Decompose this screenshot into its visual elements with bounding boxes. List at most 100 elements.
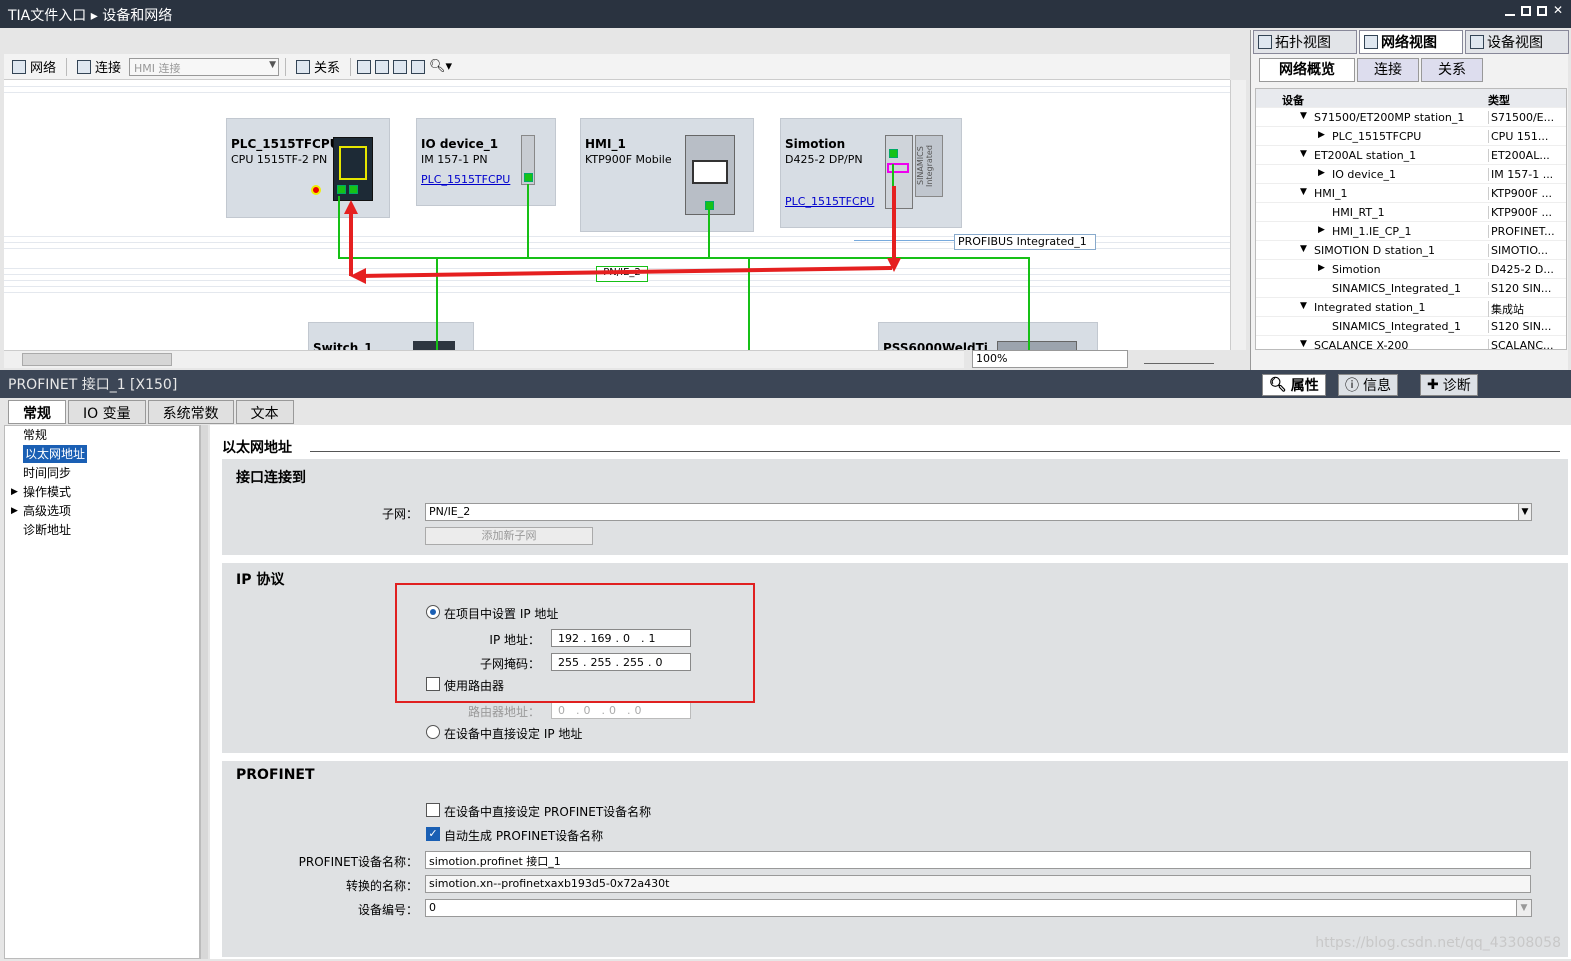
tab-diagnostics[interactable]: ✚ 诊断	[1420, 374, 1478, 396]
network-button[interactable]: 网络	[8, 57, 60, 76]
overview-row[interactable]: ▼ SIMOTION D station_1 SIMOTIO...	[1256, 241, 1566, 260]
expand-icon[interactable]: ▶	[1318, 263, 1325, 273]
overview-row[interactable]: ▼ HMI_1 KTP900F ...	[1256, 184, 1566, 203]
tab-network-overview[interactable]: 网络概览	[1259, 58, 1355, 82]
nav-item[interactable]: 诊断地址	[23, 521, 71, 539]
nav-item[interactable]: 高级选项	[23, 502, 71, 520]
tab-network-view[interactable]: 网络视图	[1359, 30, 1463, 54]
ip-address-label: IP 地址：	[489, 633, 540, 647]
tab-system-constants[interactable]: 系统常数	[147, 400, 234, 424]
overview-row[interactable]: ▶ Simotion D425-2 D...	[1256, 260, 1566, 279]
diagnostics-icon: ✚	[1427, 377, 1439, 393]
arrowhead-icon	[344, 200, 358, 214]
overview-row[interactable]: ▶ PLC_1515TFCPU CPU 151...	[1256, 127, 1566, 146]
tab-relations[interactable]: 关系	[1421, 58, 1483, 82]
profinet-name-input[interactable]: simotion.profinet 接口_1	[425, 851, 1531, 869]
set-name-in-device-checkbox[interactable]	[426, 803, 440, 817]
minimize-icon[interactable]	[1505, 6, 1515, 16]
close-icon[interactable]: ✕	[1553, 4, 1563, 16]
expand-icon[interactable]: ▼	[1300, 187, 1307, 197]
maximize-icon[interactable]	[1537, 6, 1547, 16]
zoom-icon[interactable]: 🔍︎▾	[429, 59, 452, 74]
overview-table: 设备 类型 ▼ S71500/ET200MP station_1 S71500/E.…	[1255, 88, 1567, 350]
radio-set-ip-in-device[interactable]	[426, 725, 440, 739]
subnet-select[interactable]: PN/IE_2	[425, 503, 1531, 521]
overview-type: PROFINET...	[1488, 225, 1555, 238]
ip-dot: .	[615, 631, 620, 645]
tab-topology-view[interactable]: 拓扑视图	[1253, 30, 1357, 54]
col-device[interactable]: 设备	[1282, 92, 1304, 108]
router-address-input[interactable]: 0 . 0 . 0 . 0	[551, 701, 691, 719]
editor-vertical-scrollbar[interactable]	[1230, 80, 1246, 350]
interface-title: 接口连接到	[236, 470, 306, 486]
overview-row[interactable]: ▶ IO device_1 IM 157-1 ...	[1256, 165, 1566, 184]
nav-item[interactable]: 时间同步	[23, 464, 71, 482]
ip-address-input[interactable]: 192. 169. 0 . 1	[551, 629, 691, 647]
add-subnet-button[interactable]: 添加新子网	[425, 527, 593, 545]
grid-icon[interactable]	[393, 59, 408, 74]
converted-name-input[interactable]: simotion.xn--profinetxaxb193d5-0x72a430t	[425, 875, 1531, 893]
nav-item[interactable]: 操作模式	[23, 483, 71, 501]
scroll-thumb[interactable]	[22, 353, 172, 366]
page-break-icon[interactable]	[411, 59, 426, 74]
editor-horizontal-scrollbar[interactable]	[4, 350, 964, 368]
radio-set-ip-in-project[interactable]	[426, 605, 440, 619]
expand-icon[interactable]: ▼	[1300, 301, 1307, 311]
tab-general[interactable]: 常规	[8, 400, 66, 424]
nav-item[interactable]: 常规	[23, 426, 47, 444]
overview-row[interactable]: ▼ S71500/ET200MP station_1 S71500/E...	[1256, 108, 1566, 127]
profinet-box: PROFINET 在设备中直接设定 PROFINET设备名称 ✓ 自动生成 PR…	[222, 761, 1568, 957]
tab-io-tags[interactable]: IO 变量	[68, 400, 146, 424]
property-content: 以太网地址 接口连接到 子网： PN/IE_2 ▼ 添加新子网 IP 协议 在项…	[210, 425, 1571, 959]
ip-dot: .	[648, 655, 652, 669]
router-address-label: 路由器地址：	[467, 705, 540, 719]
chevron-down-icon[interactable]: ▼	[1516, 899, 1532, 917]
names-icon[interactable]	[357, 59, 372, 74]
nav-item[interactable]: 以太网地址	[23, 445, 88, 463]
expand-icon[interactable]: ▶	[11, 487, 18, 497]
zoom-select[interactable]: 100%	[972, 350, 1128, 368]
overview-row[interactable]: ▼ SCALANCE X-200 SCALANC...	[1256, 336, 1566, 349]
chevron-down-icon[interactable]: ▼	[1518, 503, 1532, 521]
expand-icon[interactable]: ▼	[1300, 339, 1307, 349]
use-router-checkbox[interactable]	[426, 677, 440, 691]
auto-generate-name-checkbox[interactable]: ✓	[426, 827, 440, 841]
overview-row[interactable]: SINAMICS_Integrated_1 S120 SIN...	[1256, 317, 1566, 336]
tab-texts[interactable]: 文本	[235, 400, 294, 424]
hmi-connection-select[interactable]: HMI 连接	[129, 57, 280, 76]
overview-row[interactable]: HMI_RT_1 KTP900F ...	[1256, 203, 1566, 222]
tab-label: 设备视图	[1487, 35, 1543, 51]
splitter[interactable]	[200, 425, 208, 959]
col-type[interactable]: 类型	[1488, 92, 1510, 108]
connection-button[interactable]: 连接	[73, 57, 125, 76]
network-canvas[interactable]: PLC_1515TFCPU CPU 1515TF-2 PN IO device_…	[4, 80, 1230, 350]
ip-octet: 0	[583, 703, 591, 717]
tab-properties[interactable]: 🔍︎ 属性	[1262, 374, 1326, 396]
expand-icon[interactable]: ▶	[1318, 130, 1325, 140]
expand-icon[interactable]: ▼	[1300, 244, 1307, 254]
display-addresses-icon[interactable]	[375, 59, 390, 74]
expand-icon[interactable]: ▶	[11, 506, 18, 516]
expand-icon[interactable]: ▶	[1318, 225, 1325, 235]
expand-icon[interactable]: ▼	[1300, 111, 1307, 121]
tab-info[interactable]: ⓘ 信息	[1338, 374, 1398, 396]
tab-device-view[interactable]: 设备视图	[1465, 30, 1569, 54]
ip-dot: .	[620, 703, 631, 717]
overview-row[interactable]: ▶ HMI_1.IE_CP_1 PROFINET...	[1256, 222, 1566, 241]
overview-row[interactable]: SINAMICS_Integrated_1 S120 SIN...	[1256, 279, 1566, 298]
ip-octet: 0	[623, 631, 630, 645]
inspector-title: PROFINET 接口_1 [X150]	[8, 377, 178, 393]
expand-icon[interactable]: ▶	[1318, 168, 1325, 178]
relation-button[interactable]: 关系	[292, 57, 344, 76]
breadcrumb-arrow-icon: ▸	[90, 8, 103, 24]
app-title: TIA文件入口	[8, 8, 87, 24]
zoom-slider[interactable]	[1144, 354, 1214, 364]
overview-row[interactable]: ▼ Integrated station_1 集成站	[1256, 298, 1566, 317]
device-number-select[interactable]: 0	[425, 899, 1531, 917]
expand-icon[interactable]: ▼	[1300, 149, 1307, 159]
ip-dot: .	[583, 655, 587, 669]
tab-connections[interactable]: 连接	[1357, 58, 1419, 82]
overview-row[interactable]: ▼ ET200AL station_1 ET200AL...	[1256, 146, 1566, 165]
restore-icon[interactable]	[1521, 6, 1531, 16]
subnet-mask-input[interactable]: 255. 255. 255. 0	[551, 653, 691, 671]
